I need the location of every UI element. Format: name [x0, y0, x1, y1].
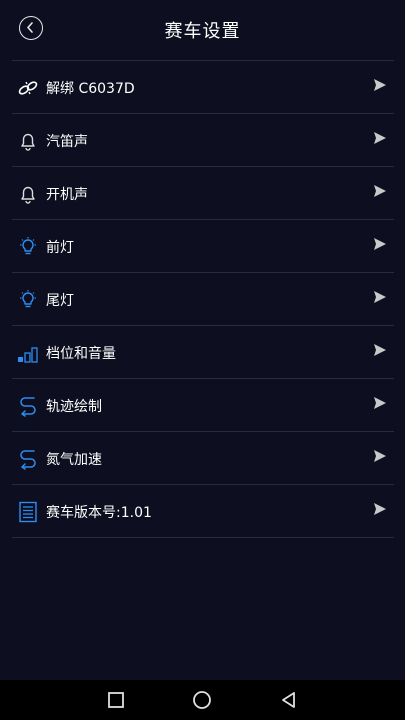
headlight-label: 前灯 [46, 240, 74, 256]
gear-volume-label: 档位和音量 [46, 346, 116, 362]
path-icon [20, 450, 36, 470]
arrow-right-icon [374, 291, 386, 303]
firmware-version-item[interactable]: 赛车版本号:1.01 [12, 485, 394, 538]
taillight-label: 尾灯 [46, 293, 74, 309]
arrow-right-icon [374, 503, 386, 515]
unbind-label: 解绑 C6037D [46, 81, 135, 97]
headlight-item[interactable]: 前灯 [12, 220, 394, 273]
page-title: 赛车设置 [164, 21, 241, 42]
track-drawing-item[interactable]: 轨迹绘制 [12, 379, 394, 432]
taillight-item[interactable]: 尾灯 [12, 273, 394, 326]
bell-icon [21, 186, 35, 204]
arrow-right-icon [374, 238, 386, 250]
nitro-boost-item[interactable]: 氮气加速 [12, 432, 394, 485]
document-icon [19, 501, 37, 523]
lightbulb-icon [20, 290, 36, 308]
unbind-item[interactable]: 解绑 C6037D [12, 61, 394, 114]
track-drawing-label: 轨迹绘制 [46, 399, 102, 415]
arrow-right-icon [374, 397, 386, 409]
startup-sound-label: 开机声 [46, 187, 88, 203]
system-navigation-bar [0, 680, 405, 720]
bars-icon [18, 347, 38, 363]
nitro-boost-label: 氮气加速 [46, 452, 102, 468]
arrow-right-icon [374, 344, 386, 356]
horn-sound-label: 汽笛声 [46, 134, 88, 150]
horn-sound-item[interactable]: 汽笛声 [12, 114, 394, 167]
startup-sound-item[interactable]: 开机声 [12, 167, 394, 220]
link-icon [18, 81, 38, 95]
arrow-right-icon [374, 450, 386, 462]
gear-volume-item[interactable]: 档位和音量 [12, 326, 394, 379]
arrow-right-icon [374, 79, 386, 91]
home-circle-icon[interactable] [192, 690, 212, 710]
arrow-right-icon [374, 185, 386, 197]
header: 赛车设置 [0, 0, 405, 58]
settings-list: 解绑 C6037D 汽笛声 开机声 前灯 尾灯 档位和音量 轨迹绘制 氮气加速 … [12, 60, 394, 538]
arrow-right-icon [374, 132, 386, 144]
recents-square-icon[interactable] [106, 690, 126, 710]
bell-icon [21, 133, 35, 151]
firmware-version-label: 赛车版本号:1.01 [46, 505, 152, 521]
lightbulb-icon [20, 237, 36, 255]
back-triangle-icon[interactable] [279, 690, 299, 710]
path-icon [20, 397, 36, 417]
